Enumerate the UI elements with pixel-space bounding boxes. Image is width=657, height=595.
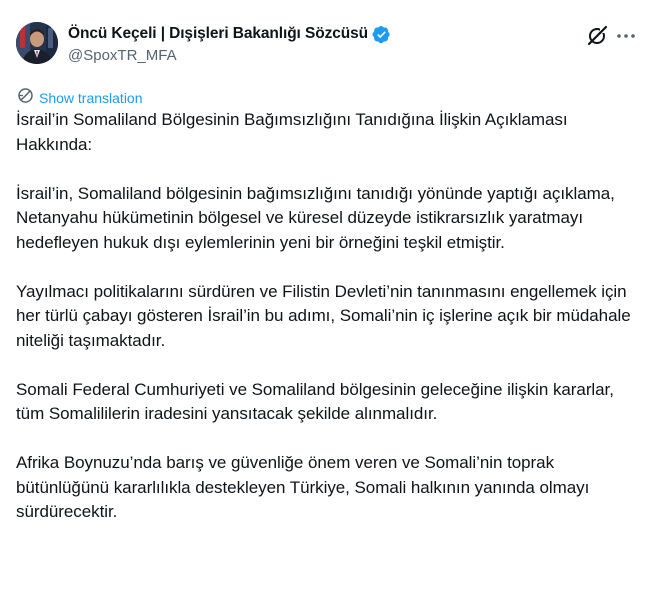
name-row: Öncü Keçeli | Dışişleri Bakanlığı Sözcüs… <box>68 24 577 44</box>
post-paragraph: Yayılmacı politikalarını sürdüren ve Fil… <box>16 281 636 350</box>
verified-badge-icon[interactable] <box>372 25 391 44</box>
translate-globe-icon <box>17 87 34 109</box>
grok-icon[interactable] <box>586 25 608 47</box>
post-paragraph: Afrika Boynuzu’nda barış ve güvenliğe ön… <box>16 453 594 521</box>
avatar[interactable] <box>16 22 58 64</box>
post-paragraph: İsrail’in Somaliland Bölgesinin Bağımsız… <box>16 110 573 154</box>
author-display-name[interactable]: Öncü Keçeli | Dışişleri Bakanlığı Sözcüs… <box>68 25 368 43</box>
post-text: İsrail’in Somaliland Bölgesinin Bağımsız… <box>16 108 646 525</box>
post-paragraph: Somali Federal Cumhuriyeti ve Somaliland… <box>16 379 619 424</box>
author-handle[interactable]: @SpoxTR_MFA <box>68 47 577 65</box>
more-dots-icon[interactable] <box>614 25 638 47</box>
tweet: Öncü Keçeli | Dışişleri Bakanlığı Sözcüs… <box>0 0 657 595</box>
post-paragraph: İsrail’in, Somaliland bölgesinin bağımsı… <box>16 183 620 252</box>
post-header: Öncü Keçeli | Dışişleri Bakanlığı Sözcüs… <box>68 24 577 65</box>
show-translation-label: Show translation <box>39 90 143 106</box>
show-translation-link[interactable]: Show translation <box>17 87 143 109</box>
